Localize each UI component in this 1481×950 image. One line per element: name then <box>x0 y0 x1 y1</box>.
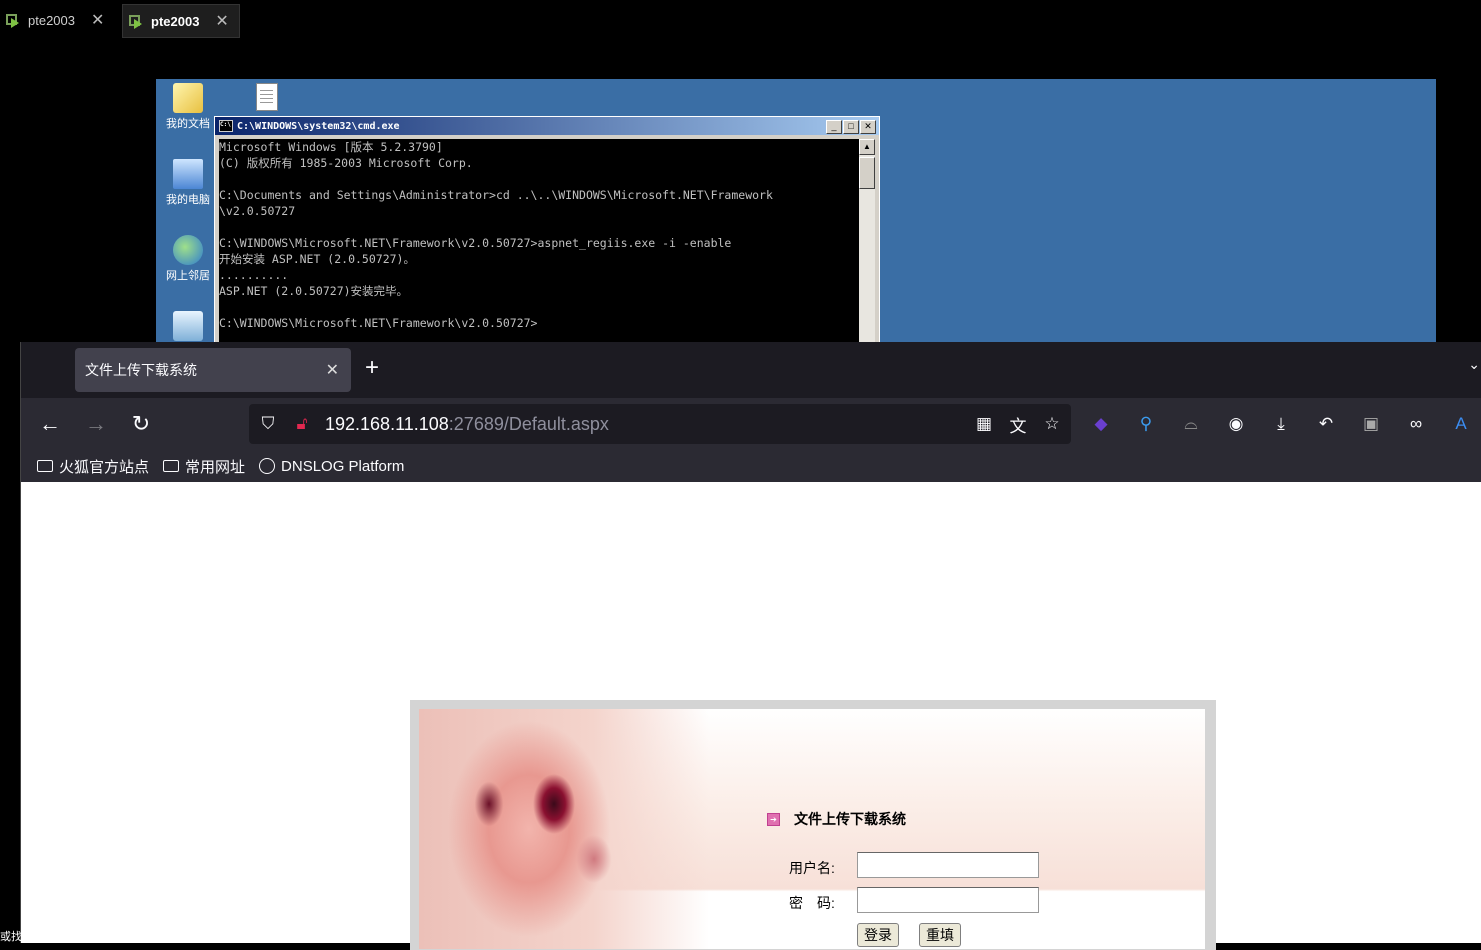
cmd-scrollbar[interactable]: ▲ <box>859 139 875 345</box>
bookmarks-toolbar: 火狐官方站点 常用网址 DNSLOG Platform <box>21 450 1481 482</box>
forward-button[interactable]: → <box>81 410 111 438</box>
globe-icon <box>259 458 276 474</box>
login-title: ➔ 文件上传下载系统 <box>767 809 906 829</box>
shield-icon[interactable]: ⛉ <box>257 413 279 435</box>
folder-icon <box>173 83 203 113</box>
cmd-line: .......... <box>219 268 289 282</box>
login-panel: ➔ 文件上传下载系统 用户名: 密 码: 登录 重填 <box>410 700 1216 950</box>
browser-window: 文件上传下载系统 ✕ + ⌄ ← → ↻ ⛉ 🔓︎ 192.168.11.108… <box>20 342 1481 950</box>
cmd-line: ASP.NET (2.0.50727)安装完毕。 <box>219 284 409 298</box>
cmd-line <box>219 219 859 235</box>
vm-icon <box>129 13 145 29</box>
back-button[interactable]: ← <box>35 410 65 438</box>
desktop-icon-network[interactable]: 网上邻居 <box>162 235 214 283</box>
extension-box-icon[interactable]: ▣ <box>1359 412 1383 436</box>
cmd-line: \v2.0.50727 <box>219 204 296 218</box>
arrow-icon: ➔ <box>767 812 780 826</box>
desktop-icon-label: 我的文档 <box>166 118 210 130</box>
new-tab-button[interactable]: + <box>365 354 379 382</box>
desktop-icon-label: 网上邻居 <box>166 270 210 282</box>
reload-button[interactable]: ↻ <box>126 410 156 438</box>
password-input[interactable] <box>857 887 1039 913</box>
login-button[interactable]: 登录 <box>857 923 899 947</box>
browser-tab-title: 文件上传下载系统 <box>85 362 197 378</box>
username-input[interactable] <box>857 852 1039 878</box>
translate-icon[interactable]: 文 <box>1007 413 1029 436</box>
notepad-icon[interactable] <box>256 83 278 111</box>
cmd-line: C:\Documents and Settings\Administrator>… <box>219 188 773 202</box>
cmd-line <box>219 171 859 187</box>
bookmark-label: 常用网址 <box>185 458 246 476</box>
url-path: :27689/Default.aspx <box>448 413 609 434</box>
bookmark-dnslog[interactable]: DNSLOG Platform <box>259 458 404 475</box>
cmd-title: C:\WINDOWS\system32\cmd.exe <box>237 120 400 132</box>
folder-icon <box>37 460 53 472</box>
page-content: ➔ 文件上传下载系统 用户名: 密 码: 登录 重填 <box>21 483 1481 950</box>
cmd-icon: C:\ <box>219 120 233 132</box>
computer-icon <box>173 159 203 189</box>
cmd-line: 开始安装 ASP.NET (2.0.50727)。 <box>219 252 415 266</box>
login-title-text: 文件上传下载系统 <box>794 811 906 827</box>
cmd-line <box>219 299 859 315</box>
cmd-line: C:\WINDOWS\Microsoft.NET\Framework\v2.0.… <box>219 316 538 330</box>
extension-circle-icon[interactable]: ◉ <box>1224 412 1248 436</box>
cmd-line: Microsoft Windows [版本 5.2.3790] <box>219 140 443 154</box>
minimize-button[interactable]: _ <box>826 120 842 134</box>
extension-translate-icon[interactable]: A <box>1449 412 1473 436</box>
extension-hat-icon[interactable]: ⌓ <box>1179 412 1203 436</box>
navigation-toolbar: ← → ↻ ⛉ 🔓︎ 192.168.11.108:27689/Default.… <box>21 398 1481 450</box>
close-button[interactable]: ✕ <box>860 120 876 134</box>
extension-pin-icon[interactable]: ⚲ <box>1134 412 1158 436</box>
download-icon[interactable]: ⤓ <box>1269 412 1293 436</box>
close-tab-icon[interactable]: ✕ <box>326 360 339 380</box>
extension-cube-icon[interactable]: ◆ <box>1089 412 1113 436</box>
qr-code-icon[interactable]: ▦ <box>973 413 995 435</box>
vm-tab-1[interactable]: pte2003 ✕ <box>0 4 116 36</box>
password-label: 密 码: <box>789 895 835 911</box>
browser-tab[interactable]: 文件上传下载系统 ✕ <box>75 348 351 392</box>
close-icon[interactable]: ✕ <box>215 11 228 31</box>
login-panel-inner: ➔ 文件上传下载系统 用户名: 密 码: 登录 重填 <box>419 709 1205 949</box>
vm-tab-bar: pte2003 ✕ pte2003 ✕ <box>0 0 1481 38</box>
desktop-icon-recycle-bin[interactable] <box>162 311 214 343</box>
host-edge-text: 或找 <box>0 931 22 943</box>
bookmark-label: DNSLOG Platform <box>281 457 405 475</box>
reset-button[interactable]: 重填 <box>919 923 961 947</box>
cmd-window[interactable]: C:\ C:\WINDOWS\system32\cmd.exe _ □ ✕ Mi… <box>214 116 880 346</box>
extension-infinity-icon[interactable]: ∞ <box>1404 412 1428 436</box>
bookmark-label: 火狐官方站点 <box>59 458 150 476</box>
desktop-icon-label: 我的电脑 <box>166 194 210 206</box>
desktop-icon-my-documents[interactable]: 我的文档 <box>162 83 214 131</box>
maximize-button[interactable]: □ <box>843 120 859 134</box>
folder-icon <box>163 460 180 472</box>
close-icon[interactable]: ✕ <box>91 10 104 30</box>
scroll-thumb[interactable] <box>859 157 875 189</box>
list-all-tabs-icon[interactable]: ⌄ <box>1468 356 1480 373</box>
cmd-output[interactable]: Microsoft Windows [版本 5.2.3790] (C) 版权所有 … <box>219 139 859 345</box>
scroll-up-icon[interactable]: ▲ <box>859 139 875 155</box>
undo-icon[interactable]: ↶ <box>1314 412 1338 436</box>
username-label: 用户名: <box>789 860 835 876</box>
insecure-lock-icon[interactable]: 🔓︎ <box>291 413 313 435</box>
vm-tab-2[interactable]: pte2003 ✕ <box>122 4 240 38</box>
cmd-line: C:\WINDOWS\Microsoft.NET\Framework\v2.0.… <box>219 236 732 250</box>
bookmark-folder-common[interactable]: 常用网址 <box>163 456 245 477</box>
vm-tab-label: pte2003 <box>28 12 75 28</box>
bookmark-folder-firefox[interactable]: 火狐官方站点 <box>37 456 149 477</box>
bookmark-star-icon[interactable]: ☆ <box>1041 413 1063 435</box>
vm-tab-label: pte2003 <box>151 13 200 29</box>
cmd-line: (C) 版权所有 1985-2003 Microsoft Corp. <box>219 156 473 170</box>
desktop-icon-my-computer[interactable]: 我的电脑 <box>162 159 214 207</box>
cmd-titlebar[interactable]: C:\ C:\WINDOWS\system32\cmd.exe <box>215 117 879 135</box>
recycle-bin-icon <box>173 311 203 341</box>
browser-tab-strip: 文件上传下载系统 ✕ + ⌄ <box>21 342 1481 398</box>
vm-icon <box>6 12 22 28</box>
url-host: 192.168.11.108 <box>325 413 449 434</box>
banner-hand-image <box>419 709 709 949</box>
url-bar[interactable]: ⛉ 🔓︎ 192.168.11.108:27689/Default.aspx ▦… <box>249 404 1071 444</box>
network-icon <box>173 235 203 265</box>
